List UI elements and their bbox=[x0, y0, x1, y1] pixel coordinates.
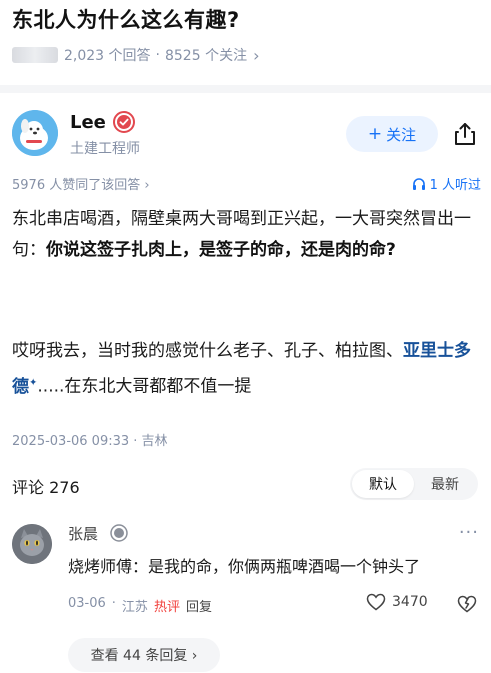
comments-count: 评论 276 bbox=[12, 478, 80, 497]
headphones-icon bbox=[412, 177, 425, 190]
comment-like-button[interactable]: 3470 bbox=[366, 593, 428, 611]
commenter-avatar[interactable] bbox=[12, 524, 52, 564]
paragraph-bold-text: 你说这签子扎肉上，是签子的命，还是肉的命? bbox=[46, 240, 396, 260]
verified-badge-icon bbox=[113, 111, 135, 133]
view-replies-button[interactable]: 查看 44 条回复 › bbox=[68, 638, 220, 672]
comment-sort-toggle[interactable]: 默认 最新 bbox=[350, 468, 478, 500]
followers-count: 8525 个关注 bbox=[164, 48, 248, 64]
comment-text[interactable]: 烧烤师傅：是我的命，你俩两瓶啤酒喝一个钟头了 bbox=[68, 553, 420, 577]
author-title: 土建工程师 bbox=[70, 141, 140, 157]
paragraph-text: .....在东北大哥都都不值一提 bbox=[37, 376, 252, 397]
follow-button[interactable]: + 关注 bbox=[346, 116, 438, 152]
paragraph-text: 哎呀我去，当时我的感觉什么老子、孔子、柏拉图、 bbox=[12, 341, 403, 361]
chevron-right-icon: › bbox=[253, 45, 260, 65]
answer-paragraph-2: 哎呀我去，当时我的感觉什么老子、孔子、柏拉图、亚里士多德✦.....在东北大哥都… bbox=[12, 336, 482, 403]
author-avatar[interactable] bbox=[12, 110, 58, 156]
member-badge-icon bbox=[110, 524, 128, 542]
meta-separator: · bbox=[111, 596, 116, 611]
comment-meta: 03-06 · 江苏 热评 回复 bbox=[68, 596, 212, 615]
upvote-summary[interactable]: 5976 人赞同了该回答 › bbox=[12, 174, 150, 193]
dog-avatar-icon bbox=[12, 110, 58, 156]
answers-count: 2,023 个回答 bbox=[64, 48, 151, 64]
plus-icon: + bbox=[367, 124, 383, 144]
answer-paragraph-1: 东北串店喝酒，隔壁桌两大哥喝到正兴起，一大哥突然冒出一句：你说这签子扎肉上，是签… bbox=[12, 204, 482, 266]
sort-latest-button[interactable]: 最新 bbox=[414, 470, 476, 498]
question-title[interactable]: 东北人为什么这么有趣? bbox=[12, 4, 240, 34]
meta-separator: · bbox=[155, 47, 160, 63]
author-name[interactable]: Lee bbox=[70, 112, 106, 133]
comment-date: 03-06 bbox=[68, 596, 106, 611]
commenter-name[interactable]: 张晨 bbox=[68, 523, 98, 544]
hot-comment-badge: 热评 bbox=[153, 600, 180, 615]
heart-icon bbox=[366, 593, 386, 611]
listen-count[interactable]: 1 人听过 bbox=[412, 174, 481, 193]
comment-like-count: 3470 bbox=[392, 594, 428, 610]
dislike-icon[interactable] bbox=[456, 592, 478, 614]
follower-avatars bbox=[12, 47, 58, 63]
comment-location: 江苏 bbox=[121, 600, 148, 615]
sort-default-button[interactable]: 默认 bbox=[352, 470, 414, 498]
cat-avatar-icon bbox=[12, 524, 52, 564]
share-icon[interactable] bbox=[452, 121, 478, 147]
reply-button[interactable]: 回复 bbox=[186, 596, 212, 615]
section-divider bbox=[0, 85, 491, 93]
question-meta[interactable]: 2,023 个回答 · 8525 个关注 › bbox=[12, 44, 259, 66]
post-time: 2025-03-06 09:33 · 吉林 bbox=[12, 434, 168, 449]
follow-label: 关注 bbox=[386, 125, 417, 144]
more-options-icon[interactable]: ··· bbox=[459, 522, 479, 543]
listeners-label: 1 人听过 bbox=[429, 178, 481, 193]
